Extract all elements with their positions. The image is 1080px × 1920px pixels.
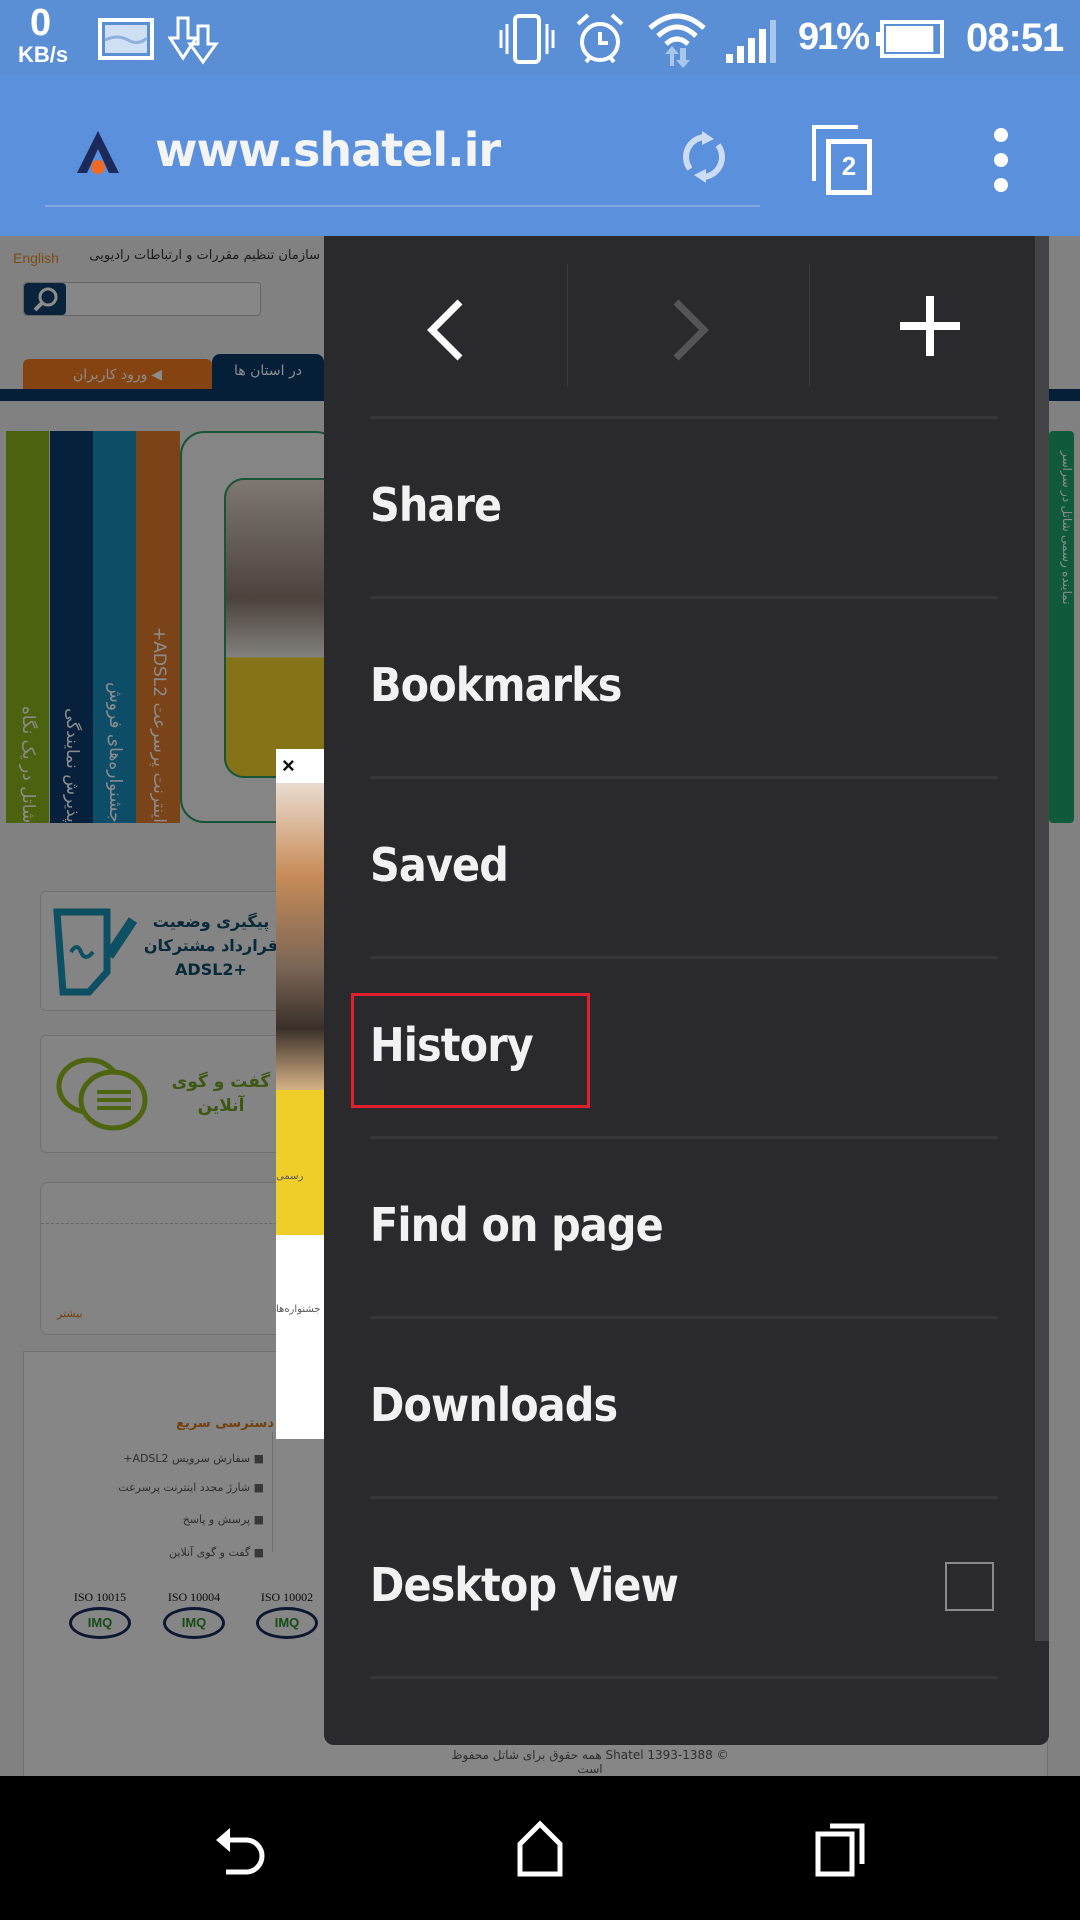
battery-percent: 91%	[798, 16, 870, 58]
popup-image	[276, 783, 324, 1090]
popup-text-2: جشنواره‌ها	[276, 1304, 321, 1315]
recent-apps-icon[interactable]	[814, 1820, 868, 1878]
menu-divider	[370, 956, 998, 959]
popup-close-button[interactable]: ×	[282, 753, 295, 779]
battery-icon	[876, 20, 944, 58]
menu-item-label: Desktop View	[370, 1558, 679, 1612]
popup-banner	[276, 1090, 324, 1235]
popup-text-1: رسمی	[276, 1171, 304, 1182]
menu-item-history[interactable]: History	[324, 956, 1035, 1136]
download-icon	[168, 16, 219, 65]
menu-divider	[370, 1316, 998, 1319]
menu-item-share[interactable]: Share	[324, 416, 1035, 596]
menu-divider	[370, 416, 998, 419]
net-speed-value: 0	[30, 2, 52, 44]
menu-scrollbar[interactable]	[1035, 236, 1049, 1641]
wifi-icon	[648, 13, 706, 68]
highlight-box	[351, 993, 590, 1108]
back-icon	[427, 299, 463, 361]
clock: 08:51	[966, 16, 1064, 60]
menu-divider	[370, 1496, 998, 1499]
browser-toolbar: www.shatel.ir 2	[0, 75, 1080, 236]
popup-ad[interactable]: × رسمی جشنواره‌ها	[276, 749, 324, 1439]
desktop-view-checkbox[interactable]	[945, 1562, 994, 1611]
net-speed-unit: KB/s	[18, 42, 69, 67]
signal-icon	[726, 20, 776, 63]
menu-divider	[370, 1676, 998, 1679]
overflow-menu-icon[interactable]	[990, 125, 1012, 195]
menu-item-label: Share	[370, 478, 502, 532]
tabs-button[interactable]: 2	[810, 123, 874, 197]
home-icon[interactable]	[516, 1820, 564, 1878]
menu-item-saved[interactable]: Saved	[324, 776, 1035, 956]
menu-item-label: Saved	[370, 838, 509, 892]
site-logo-icon	[77, 131, 119, 174]
plus-icon	[900, 296, 960, 356]
menu-item-bookmarks[interactable]: Bookmarks	[324, 596, 1035, 776]
menu-nav-row	[324, 236, 1049, 416]
menu-divider	[370, 776, 998, 779]
back-button[interactable]	[324, 236, 567, 416]
url-underline	[45, 205, 760, 207]
menu-item-find-on-page[interactable]: Find on page	[324, 1136, 1035, 1316]
menu-item-label: Bookmarks	[370, 658, 622, 712]
menu-item-label: Find on page	[370, 1198, 664, 1252]
forward-icon	[673, 299, 709, 361]
menu-divider	[370, 1136, 998, 1139]
tab-count: 2	[826, 139, 872, 195]
menu-item-downloads[interactable]: Downloads	[324, 1316, 1035, 1496]
status-bar: 0 KB/s 91% 08:51	[0, 0, 1080, 75]
menu-divider	[370, 596, 998, 599]
refresh-icon[interactable]	[676, 127, 732, 187]
back-icon[interactable]	[212, 1822, 270, 1878]
system-nav-bar	[0, 1776, 1080, 1920]
gallery-icon	[98, 18, 154, 60]
url-bar[interactable]: www.shatel.ir	[45, 95, 760, 207]
forward-button[interactable]	[568, 236, 809, 416]
alarm-icon	[576, 13, 624, 64]
new-tab-button[interactable]	[810, 236, 1049, 416]
menu-item-desktop-view[interactable]: Desktop View	[324, 1496, 1035, 1676]
url-text[interactable]: www.shatel.ir	[155, 123, 501, 177]
browser-overflow-menu: Share Bookmarks Saved History Find on page Do…	[324, 236, 1049, 1745]
menu-item-label: Downloads	[370, 1378, 618, 1432]
vibrate-icon	[499, 14, 555, 64]
